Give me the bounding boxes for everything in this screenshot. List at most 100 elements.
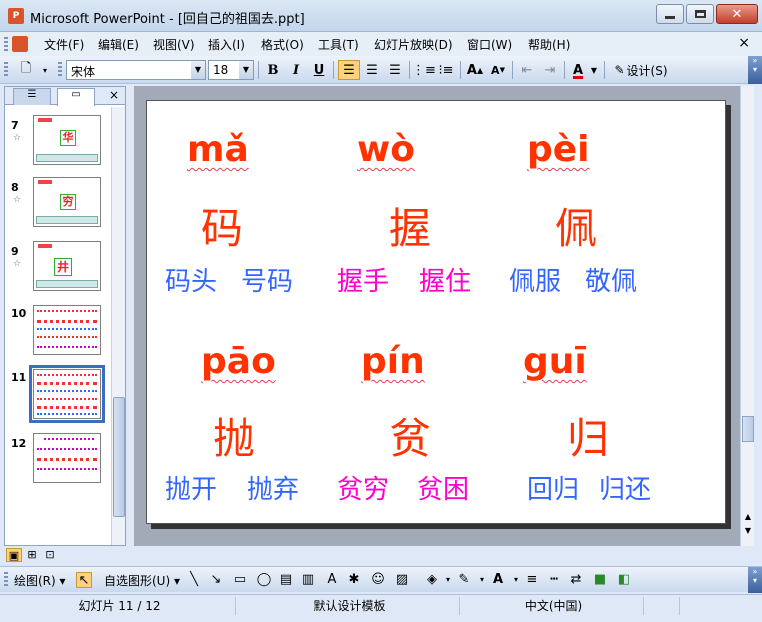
slide-thumbnail-12[interactable] <box>33 433 101 483</box>
slideshow-view-icon[interactable]: ⊡ <box>42 548 58 562</box>
vocab-word[interactable]: 握住 <box>419 261 471 298</box>
vocab-word[interactable]: 敬佩 <box>585 261 637 298</box>
toolbar-overflow-button[interactable]: » ▾ <box>748 56 762 84</box>
slide-thumbnail-9[interactable]: 井 <box>33 241 101 291</box>
current-slide[interactable]: mǎ wò pèi 码 握 佩 码头 号码 握手 握住 佩服 敬佩 pāo pí… <box>146 100 726 524</box>
chevron-down-icon[interactable]: ▼ <box>239 61 253 79</box>
minimize-button[interactable] <box>656 4 684 24</box>
vocab-word[interactable]: 码头 <box>165 261 217 298</box>
slide-thumbnail-8[interactable]: 穷 <box>33 177 101 227</box>
numbering-icon[interactable]: ⋮≡ <box>412 60 436 80</box>
slide-thumbnail-11[interactable] <box>29 365 105 423</box>
increase-indent-icon[interactable]: ⇥ <box>540 60 560 80</box>
slide-sorter-view-icon[interactable]: ⊞ <box>24 548 40 562</box>
slide-thumbnail-10[interactable] <box>33 305 101 355</box>
tab-outline[interactable]: ☰ <box>13 88 51 105</box>
toolbar-options-icon[interactable]: ▾ <box>38 60 52 80</box>
pinyin-text[interactable]: pèi <box>527 129 590 170</box>
dash-style-icon[interactable]: ┅ <box>546 572 562 588</box>
toolbar-grip[interactable] <box>4 62 8 78</box>
menu-window[interactable]: 窗口(W) <box>467 36 512 53</box>
arrow-style-icon[interactable]: ⇄ <box>568 572 584 588</box>
decrease-indent-icon[interactable]: ⇤ <box>517 60 537 80</box>
font-size-combo[interactable]: 18 ▼ <box>208 60 254 80</box>
scrollbar-thumb[interactable] <box>742 416 754 442</box>
rectangle-icon[interactable]: ▭ <box>232 572 248 588</box>
slide-scrollbar[interactable]: ▲ ▼ <box>740 86 754 546</box>
3d-style-icon[interactable]: ◧ <box>616 572 632 588</box>
vocab-word[interactable]: 握手 <box>337 261 389 298</box>
chevron-down-icon[interactable]: ▾ <box>474 572 490 588</box>
vocab-word[interactable]: 归还 <box>599 469 651 506</box>
previous-slide-icon[interactable]: ▲ <box>741 512 755 524</box>
vocab-word[interactable]: 号码 <box>241 261 293 298</box>
menu-tools[interactable]: 工具(T) <box>318 36 359 53</box>
hanzi-character[interactable]: 归 <box>567 405 609 466</box>
align-center-icon[interactable]: ☰ <box>362 60 382 80</box>
menu-insert[interactable]: 插入(I) <box>208 36 245 53</box>
line-style-icon[interactable]: ≡ <box>524 572 540 588</box>
line-icon[interactable]: ╲ <box>186 572 202 588</box>
clipart-icon[interactable]: ☺ <box>370 572 386 588</box>
menu-edit[interactable]: 编辑(E) <box>98 36 139 53</box>
maximize-button[interactable] <box>686 4 714 24</box>
menu-grip[interactable] <box>4 37 8 51</box>
italic-button[interactable]: I <box>286 60 306 80</box>
normal-view-icon[interactable]: ▣ <box>6 548 22 562</box>
wordart-icon[interactable]: A <box>324 572 340 588</box>
menu-format[interactable]: 格式(O) <box>261 36 304 53</box>
select-pointer-icon[interactable]: ↖ <box>76 572 92 588</box>
toolbar-overflow-button[interactable]: » ▾ <box>748 567 762 593</box>
hanzi-character[interactable]: 佩 <box>555 195 597 256</box>
bold-button[interactable]: B <box>263 60 283 80</box>
new-document-icon[interactable]: 🗋 <box>16 60 36 80</box>
pinyin-text[interactable]: guī <box>523 341 587 382</box>
font-name-combo[interactable]: 宋体 ▼ <box>66 60 206 80</box>
vocab-word[interactable]: 贫穷 <box>337 469 389 506</box>
chevron-down-icon[interactable]: ▾ <box>508 572 524 588</box>
decrease-font-size-icon[interactable]: A ▼ <box>488 60 508 80</box>
draw-menu-button[interactable]: 绘图(R) ▾ <box>14 572 66 589</box>
vocab-word[interactable]: 贫困 <box>417 469 469 506</box>
diagram-icon[interactable]: ✱ <box>346 572 362 588</box>
hanzi-character[interactable]: 贫 <box>389 405 431 466</box>
textbox-icon[interactable]: ▤ <box>278 572 294 588</box>
line-color-icon[interactable]: ✎ <box>456 572 472 588</box>
shadow-style-icon[interactable]: ■ <box>592 572 608 588</box>
increase-font-size-icon[interactable]: A ▲ <box>465 60 485 80</box>
hanzi-character[interactable]: 握 <box>389 195 431 256</box>
arrow-icon[interactable]: ↘ <box>208 572 224 588</box>
autoshapes-menu-button[interactable]: 自选图形(U) ▾ <box>104 572 180 589</box>
tab-slides[interactable]: ▭ <box>57 88 95 106</box>
chevron-down-icon[interactable]: ▼ <box>191 61 205 79</box>
slide-thumbnail-7[interactable]: 华 <box>33 115 101 165</box>
vocab-word[interactable]: 抛弃 <box>247 469 299 506</box>
document-icon[interactable] <box>12 36 28 52</box>
align-right-icon[interactable]: ☰ <box>385 60 405 80</box>
pane-close-button[interactable]: × <box>109 88 119 102</box>
hanzi-character[interactable]: 码 <box>201 195 243 256</box>
pinyin-text[interactable]: mǎ <box>187 129 249 170</box>
hanzi-character[interactable]: 抛 <box>213 405 255 466</box>
design-button[interactable]: ✎ 设计(S) <box>610 60 672 80</box>
pinyin-text[interactable]: pāo <box>201 341 276 382</box>
underline-button[interactable]: U <box>309 60 329 80</box>
font-color-icon[interactable]: A <box>490 572 506 588</box>
font-color-icon[interactable]: A <box>569 60 587 80</box>
fill-color-icon[interactable]: ◈ <box>424 572 440 588</box>
bullets-icon[interactable]: ⁝≡ <box>436 60 456 80</box>
slides-pane-scrollbar[interactable] <box>111 107 125 545</box>
picture-icon[interactable]: ▨ <box>394 572 410 588</box>
vertical-textbox-icon[interactable]: ▥ <box>300 572 316 588</box>
scrollbar-thumb[interactable] <box>113 397 125 517</box>
toolbar-grip[interactable] <box>4 572 8 588</box>
chevron-down-icon[interactable]: ▾ <box>440 572 456 588</box>
menu-file[interactable]: 文件(F) <box>44 36 84 53</box>
oval-icon[interactable]: ◯ <box>256 572 272 588</box>
vocab-word[interactable]: 回归 <box>527 469 579 506</box>
close-button[interactable]: ✕ <box>716 4 758 24</box>
vocab-word[interactable]: 佩服 <box>509 261 561 298</box>
vocab-word[interactable]: 抛开 <box>165 469 217 506</box>
toolbar-grip[interactable] <box>58 62 62 78</box>
align-left-icon[interactable]: ☰ <box>338 60 360 80</box>
